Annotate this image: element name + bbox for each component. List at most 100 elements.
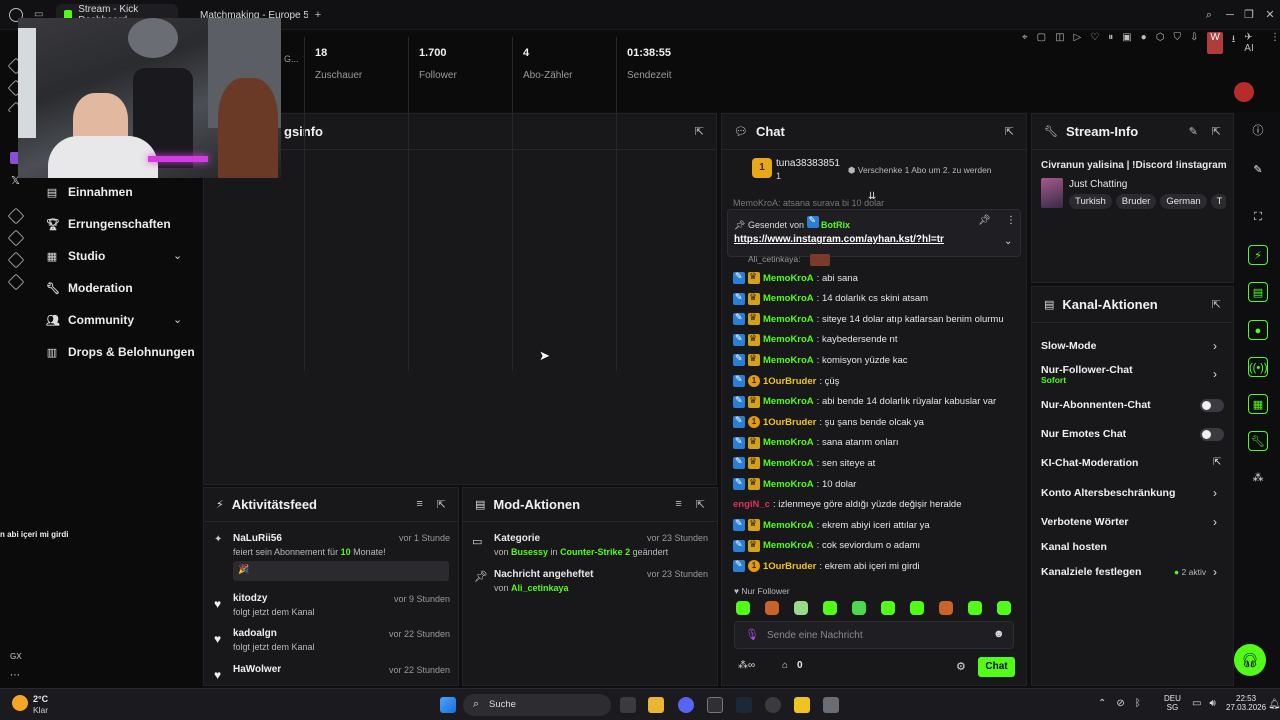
sk-icon[interactable]: ▣ <box>1122 32 1131 54</box>
chat-message[interactable]: MemoKroA: 14 dolarlık cs skini atsam <box>733 291 928 307</box>
chevron-right-icon[interactable]: › <box>1213 515 1217 529</box>
popout-icon[interactable]: ⇱ <box>1212 125 1221 138</box>
chevron-right-icon[interactable]: › <box>1213 565 1217 579</box>
obs-icon[interactable] <box>765 697 781 713</box>
toggle-switch[interactable] <box>1200 428 1224 441</box>
extension-icon[interactable]: ⬡ <box>1156 32 1165 54</box>
sidebar-item-einnahmen[interactable]: ▤ Einnahmen <box>46 185 133 199</box>
emote-9[interactable] <box>968 601 982 615</box>
tag[interactable]: Turkish <box>1069 194 1112 209</box>
clock[interactable]: 22:53 27.03.2026 <box>1226 694 1266 712</box>
channel-action-item[interactable]: Kanalziele festlegen <box>1041 566 1141 578</box>
download-manager-icon[interactable]: ⭳ <box>1232 32 1236 54</box>
popout-icon[interactable]: ⇱ <box>1212 298 1221 311</box>
chat-username[interactable]: 1OurBruder <box>763 561 816 572</box>
chat-message[interactable]: MemoKroA: 10 dolar <box>733 476 856 492</box>
chevron-right-icon[interactable]: › <box>1213 486 1217 500</box>
chat-message[interactable]: MemoKroA: kaybedersende nt <box>733 332 897 348</box>
chat-message[interactable]: MemoKroA: komisyon yüzde kac <box>733 352 908 368</box>
discord-icon[interactable] <box>678 697 694 713</box>
emote-8[interactable] <box>939 601 953 615</box>
chat-username[interactable]: MemoKroA <box>763 458 814 469</box>
chevron-down-icon[interactable]: ⌄ <box>173 249 182 262</box>
channel-action-item[interactable]: Kanal hosten <box>1041 541 1107 553</box>
avatar[interactable] <box>1234 82 1254 102</box>
chevron-down-icon[interactable]: ⌄ <box>173 313 182 326</box>
chevron-right-icon[interactable]: › <box>1213 367 1217 381</box>
chat-username[interactable]: MemoKroA <box>763 520 814 531</box>
chat-username[interactable]: MemoKroA <box>763 540 814 551</box>
close-icon[interactable]: ✕ <box>1264 9 1276 21</box>
shield-icon[interactable]: ⛉ <box>1173 32 1181 54</box>
chat-username[interactable]: MemoKroA <box>763 334 814 345</box>
edit-icon[interactable]: ✎ <box>1189 125 1198 138</box>
taskbar-search[interactable]: ⌕ Suche <box>463 694 611 716</box>
w-extension-icon[interactable]: W <box>1207 32 1223 54</box>
fullscreen-icon[interactable]: ⛶ <box>1248 207 1268 227</box>
monitor-icon[interactable]: ▭ <box>1192 698 1201 709</box>
channel-action-item[interactable]: KI-Chat-Moderation <box>1041 457 1138 469</box>
pin-icon[interactable]: ⌖ <box>1022 32 1028 54</box>
record-icon[interactable]: ● <box>1141 32 1147 54</box>
chat-message[interactable]: 11OurBruder: çüş <box>733 373 839 389</box>
chat-message[interactable]: MemoKroA: cok seviordum o adamı <box>733 538 920 554</box>
more-icon[interactable]: ⋯ <box>10 670 20 681</box>
chat-username[interactable]: engiN_c <box>733 499 770 510</box>
emote-4[interactable] <box>823 601 837 615</box>
chat-username[interactable]: MemoKroA <box>763 273 814 284</box>
chat-username[interactable]: MemoKroA <box>763 479 814 490</box>
tag[interactable]: Bruder <box>1115 194 1157 209</box>
new-tab-icon[interactable]: + <box>312 9 324 21</box>
mic-icon[interactable]: 🎙︎ <box>745 628 759 641</box>
chat-message[interactable]: MemoKroA: sana atarım onları <box>733 435 899 451</box>
heart-icon[interactable]: ♡ <box>1090 32 1099 54</box>
chat-username[interactable]: MemoKroA <box>763 314 814 325</box>
filter-icon[interactable]: ≡ <box>416 498 422 511</box>
channel-action-item[interactable]: Nur-Abonnenten-Chat <box>1041 399 1151 411</box>
chat-username[interactable]: MemoKroA <box>763 355 814 366</box>
bolt-icon[interactable]: ⚡︎ <box>1248 245 1268 265</box>
apps-icon[interactable]: ⁂ <box>1248 468 1268 488</box>
pause-icon[interactable]: ⏸ <box>1108 32 1113 54</box>
chat-message[interactable]: MemoKroA: abi sana <box>733 270 858 286</box>
terminal-icon[interactable]: ▦ <box>1248 394 1268 414</box>
chevron-up-icon[interactable]: ⌃ <box>1098 698 1106 709</box>
tag[interactable]: German <box>1160 194 1207 209</box>
sidebar-item-errungenschaften[interactable]: 🏆︎ Errungenschaften <box>46 217 171 231</box>
chat-send-button[interactable]: Chat <box>978 657 1015 677</box>
sidebar-item-moderation[interactable]: 🔧︎ Moderation <box>46 281 133 295</box>
snapshot-icon[interactable]: ▢ <box>1037 32 1046 54</box>
chat-username[interactable]: 1OurBruder <box>763 417 816 428</box>
app-icon[interactable] <box>794 697 810 713</box>
emote-2[interactable] <box>765 601 779 615</box>
restore-icon[interactable]: ❐ <box>1243 9 1255 21</box>
emote-10[interactable] <box>997 601 1011 615</box>
emote-6[interactable] <box>881 601 895 615</box>
channel-action-item[interactable]: Verbotene Wörter <box>1041 516 1129 528</box>
info-icon[interactable]: ⓘ <box>1248 121 1268 141</box>
emoji-icon[interactable]: ☻ <box>993 628 1005 640</box>
chat-message[interactable]: engiN_c: izlenmeye göre aldığı yüzde değ… <box>733 497 962 513</box>
unpin-icon[interactable]: 📌︎ <box>978 215 991 226</box>
minimize-icon[interactable]: ─ <box>1224 9 1236 21</box>
gift-prompt[interactable]: ⬢ Verschenke 1 Abo um 2. zu werden <box>848 165 992 176</box>
network-off-icon[interactable]: ⊘ <box>1116 698 1124 709</box>
pinned-message[interactable]: 📌︎ Gesendet von BotRix 📌︎ ⋮ https://www.… <box>727 209 1021 257</box>
popout-icon[interactable]: ⇱ <box>696 498 705 511</box>
windows-start-icon[interactable] <box>440 697 456 713</box>
sidebar-item-studio[interactable]: ▦ Studio <box>46 249 106 263</box>
external-link-icon[interactable]: ⇱ <box>1213 457 1221 468</box>
chat-message[interactable]: MemoKroA: sen siteye at <box>733 455 875 471</box>
popout-icon[interactable]: ⇱ <box>437 498 446 511</box>
support-button[interactable]: 🎧︎ <box>1234 644 1266 676</box>
chat-message[interactable]: 11OurBruder: ekrem abi içeri mi girdi <box>733 558 920 574</box>
chat-icon[interactable]: ● <box>1248 320 1268 340</box>
language-indicator[interactable]: DEU SG <box>1164 694 1181 712</box>
chat-message[interactable]: MemoKroA: ekrem abiyi iceri attılar ya <box>733 517 930 533</box>
emote-7[interactable] <box>910 601 924 615</box>
sidebar-item-community[interactable]: 👥︎ Community <box>46 313 134 327</box>
chevron-down-icon[interactable]: ⌄ <box>1004 236 1012 247</box>
chat-message[interactable]: MemoKroA: siteye 14 dolar atıp katlarsan… <box>733 311 1004 327</box>
file-explorer-icon[interactable] <box>648 697 664 713</box>
broadcast-icon[interactable]: ((•)) <box>1248 357 1268 377</box>
